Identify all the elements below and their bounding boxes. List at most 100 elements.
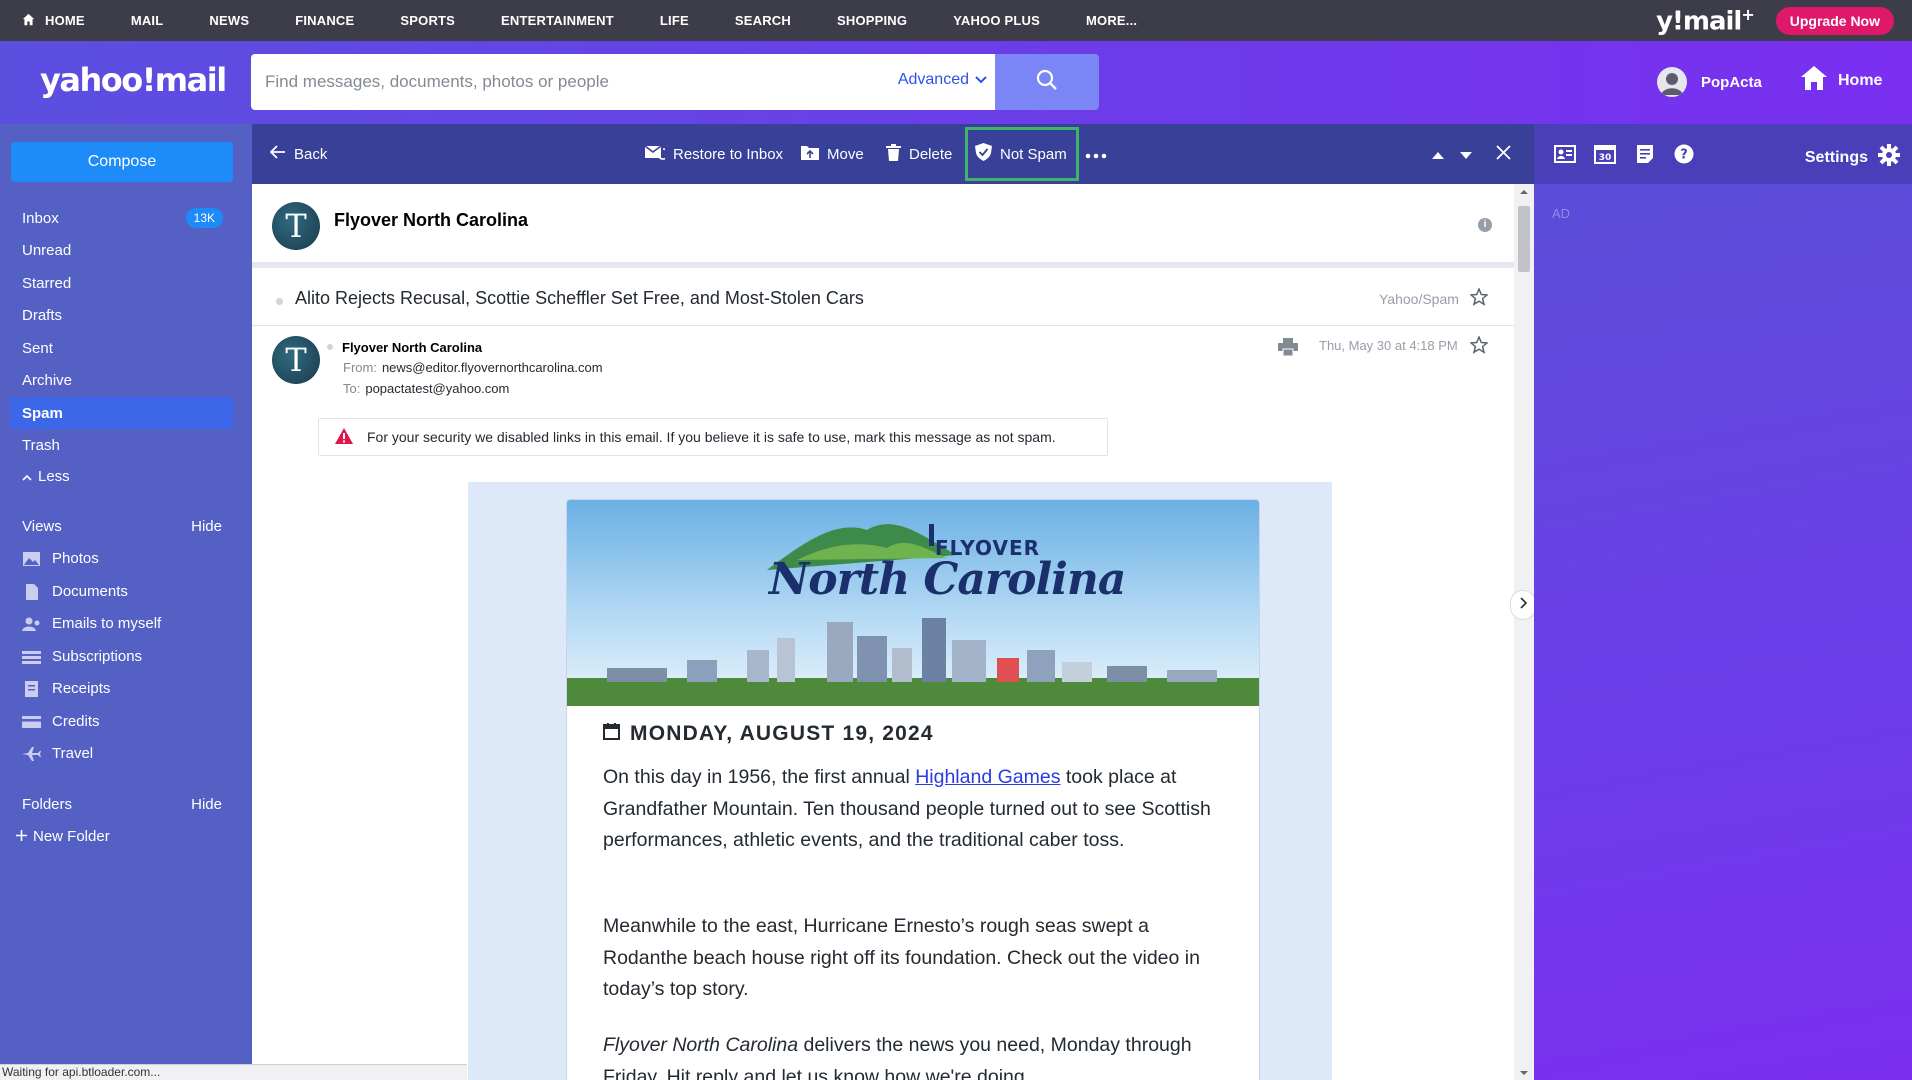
search-button[interactable]: [995, 54, 1099, 110]
search-icon: [1035, 68, 1059, 97]
move-folder-icon: [801, 144, 819, 164]
move-button[interactable]: Move: [801, 124, 864, 184]
newsletter-paragraph-1: On this day in 1956, the first annual Hi…: [603, 762, 1233, 857]
highland-games-link[interactable]: Highland Games: [915, 766, 1060, 788]
star-icon[interactable]: [1469, 335, 1489, 359]
print-icon[interactable]: [1278, 338, 1298, 361]
back-button[interactable]: Back: [269, 124, 327, 184]
sidebar-item-starred[interactable]: Starred: [10, 267, 233, 299]
sidebar-item-unread[interactable]: Unread: [10, 234, 233, 266]
from-email[interactable]: news@editor.flyovernorthcarolina.com: [382, 360, 603, 375]
sidebar-item-label: Archive: [22, 371, 73, 389]
star-icon[interactable]: [1469, 287, 1489, 311]
folders-hide-button[interactable]: Hide: [191, 796, 222, 813]
ymail-brand-text: y!mail: [1656, 6, 1742, 37]
contacts-icon[interactable]: [1554, 144, 1576, 169]
newsletter-brand-large: North Carolina: [769, 554, 1126, 605]
settings-button[interactable]: Settings: [1805, 144, 1900, 171]
read-status-dot[interactable]: [327, 344, 333, 350]
paragraph-text: On this day in 1956, the first annual: [603, 766, 916, 788]
paragraph-italic-text: Flyover North Carolina: [603, 1034, 799, 1056]
view-receipts[interactable]: Receipts: [22, 680, 110, 697]
sender-name-heading[interactable]: Flyover North Carolina: [334, 210, 528, 231]
view-travel[interactable]: Travel: [22, 745, 93, 762]
unread-dot[interactable]: [276, 298, 283, 305]
right-panel: 30 ? Settings AD: [1534, 124, 1912, 1080]
avatar-letter: T: [285, 207, 307, 245]
next-message-button[interactable]: [1460, 124, 1472, 184]
expand-panel-handle[interactable]: [1510, 590, 1534, 620]
notepad-icon[interactable]: [1634, 144, 1656, 169]
calendar-icon[interactable]: 30: [1594, 144, 1616, 169]
header-home-link[interactable]: Home: [1800, 65, 1882, 96]
shield-check-icon: [975, 143, 992, 165]
view-label: Documents: [52, 583, 128, 600]
receipt-icon: [22, 680, 41, 697]
scroll-down-arrow-icon[interactable]: [1514, 1068, 1534, 1078]
view-label: Credits: [52, 713, 100, 730]
upgrade-now-button[interactable]: Upgrade Now: [1775, 6, 1894, 35]
message-toolbar: Back Restore to Inbox Move Delete Not Sp…: [252, 124, 1534, 184]
sidebar-item-inbox[interactable]: Inbox 13K: [10, 202, 233, 234]
compose-button[interactable]: Compose: [11, 142, 233, 182]
help-icon[interactable]: ?: [1674, 144, 1694, 169]
nav-shopping[interactable]: SHOPPING: [814, 0, 930, 41]
sidebar-item-trash[interactable]: Trash: [10, 429, 233, 461]
sidebar-item-archive[interactable]: Archive: [10, 364, 233, 396]
more-actions-button[interactable]: [1085, 124, 1107, 184]
photos-icon: [22, 551, 41, 567]
nav-yahoo-plus[interactable]: YAHOO PLUS: [930, 0, 1063, 41]
ymail-brand-plus: +: [1741, 4, 1754, 24]
search-box: Advanced: [251, 54, 999, 110]
view-documents[interactable]: Documents: [22, 583, 128, 600]
scroll-up-arrow-icon[interactable]: [1514, 187, 1534, 197]
nav-finance[interactable]: FINANCE: [272, 0, 377, 41]
credit-card-icon: [22, 714, 41, 730]
search-input[interactable]: [251, 57, 851, 107]
nav-mail[interactable]: MAIL: [108, 0, 187, 41]
nav-more[interactable]: MORE...: [1063, 0, 1160, 41]
not-spam-label: Not Spam: [1000, 145, 1067, 163]
sidebar-item-label: Unread: [22, 241, 72, 259]
view-subscriptions[interactable]: Subscriptions: [22, 648, 142, 665]
previous-message-button[interactable]: [1432, 124, 1444, 184]
from-name[interactable]: Flyover North Carolina: [342, 340, 482, 355]
message-pane: T Flyover North Carolina i Alito Rejects…: [252, 184, 1534, 1080]
chevron-right-icon: [1519, 596, 1528, 614]
view-emails-to-myself[interactable]: Emails to myself: [22, 615, 161, 632]
views-hide-button[interactable]: Hide: [191, 518, 222, 535]
sidebar-item-sent[interactable]: Sent: [10, 332, 233, 364]
message-scrollbar[interactable]: [1514, 184, 1534, 1080]
nav-search[interactable]: SEARCH: [712, 0, 814, 41]
advanced-search-dropdown[interactable]: Advanced: [898, 71, 987, 89]
view-photos[interactable]: Photos: [22, 550, 99, 567]
ymail-plus-logo[interactable]: y!mail+: [1656, 4, 1755, 37]
folder-path: Yahoo/Spam: [1379, 291, 1459, 307]
nav-home[interactable]: HOME: [0, 0, 108, 41]
sidebar-item-label: Spam: [22, 404, 63, 422]
user-name: PopActa: [1701, 73, 1762, 91]
folders-title: Folders: [22, 796, 73, 813]
scrollbar-thumb[interactable]: [1518, 206, 1530, 272]
newsletter-date: MONDAY, AUGUST 19, 2024: [603, 722, 934, 746]
to-email[interactable]: popactatest@yahoo.com: [365, 381, 509, 396]
restore-to-inbox-button[interactable]: Restore to Inbox: [644, 124, 783, 184]
nav-sports[interactable]: SPORTS: [377, 0, 478, 41]
nav-news[interactable]: NEWS: [186, 0, 272, 41]
nav-life[interactable]: LIFE: [637, 0, 712, 41]
close-message-button[interactable]: [1496, 124, 1511, 184]
sidebar-item-spam[interactable]: Spam: [10, 397, 233, 429]
view-credits[interactable]: Credits: [22, 713, 100, 730]
newsletter-date-text: MONDAY, AUGUST 19, 2024: [630, 722, 934, 745]
user-profile[interactable]: PopActa: [1657, 67, 1762, 97]
new-folder-button[interactable]: New Folder: [16, 828, 110, 845]
not-spam-button[interactable]: Not Spam: [965, 127, 1079, 181]
delete-button[interactable]: Delete: [886, 124, 952, 184]
yahoo-mail-logo[interactable]: yahoo!mail: [40, 61, 227, 99]
message-date: Thu, May 30 at 4:18 PM: [1319, 338, 1458, 353]
sidebar-less-toggle[interactable]: Less: [10, 460, 233, 492]
nav-entertainment[interactable]: ENTERTAINMENT: [478, 0, 637, 41]
sidebar-item-label: Starred: [22, 274, 72, 292]
sidebar-item-drafts[interactable]: Drafts: [10, 299, 233, 331]
info-icon[interactable]: i: [1478, 218, 1492, 232]
